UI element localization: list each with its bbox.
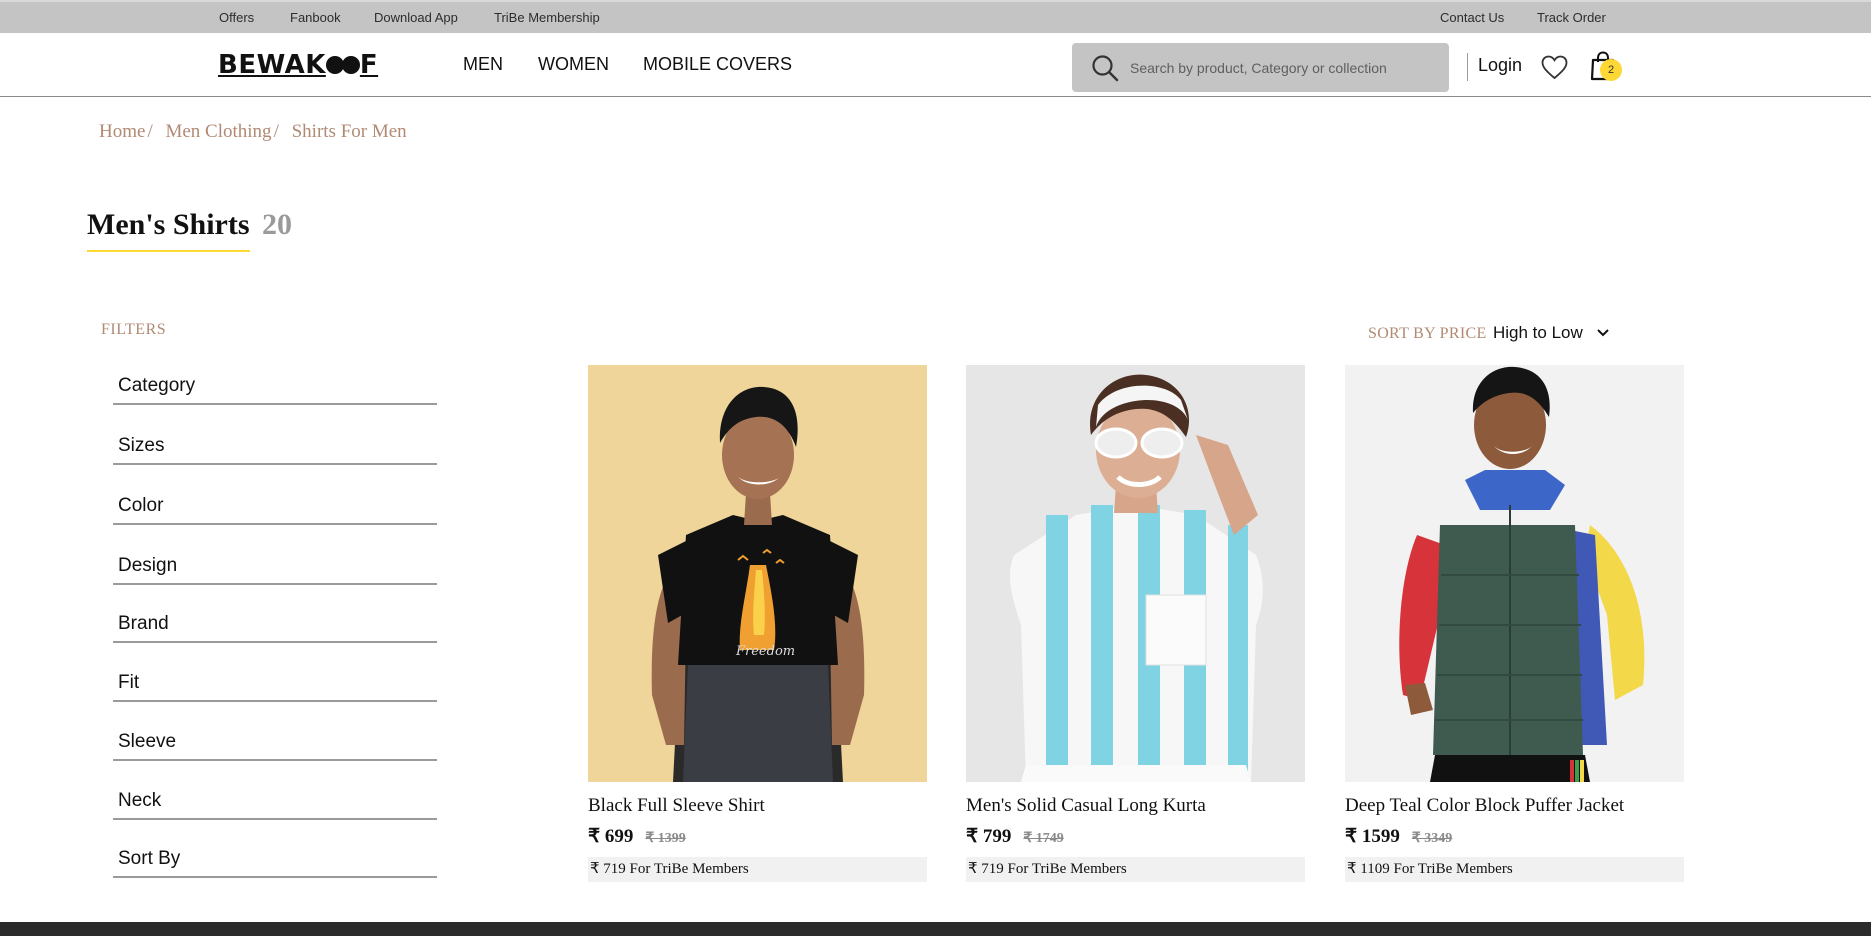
chevron-down-icon [1597, 329, 1609, 337]
breadcrumb-home[interactable]: Home [99, 121, 145, 142]
nav-women[interactable]: WOMEN [538, 54, 609, 75]
original-price: ₹ 1749 [1023, 831, 1064, 846]
sale-price: ₹ 799 [966, 826, 1012, 847]
filter-brand[interactable]: Brand [113, 596, 437, 643]
download-app-link[interactable]: Download App [374, 10, 458, 25]
price-row: ₹ 799 ₹ 1749 [966, 825, 1305, 848]
model-puffer-jacket-illustration [1345, 365, 1684, 782]
filter-label: Neck [118, 790, 162, 811]
sale-price: ₹ 1599 [1345, 826, 1400, 847]
tribe-price: ₹ 719 For TriBe Members [588, 857, 927, 882]
wishlist-heart-icon[interactable] [1541, 55, 1568, 80]
search-icon [1092, 54, 1119, 81]
product-count: 20 [262, 208, 292, 241]
filter-fit[interactable]: Fit [113, 655, 437, 702]
track-order-link[interactable]: Track Order [1537, 10, 1606, 25]
original-price: ₹ 1399 [645, 831, 686, 846]
page-title: Men's Shirts [87, 208, 250, 241]
sort-label: SORT BY PRICE [1368, 325, 1487, 342]
filter-category[interactable]: Category [113, 358, 437, 405]
breadcrumb-shirts-for-men[interactable]: Shirts For Men [292, 121, 407, 142]
breadcrumb-men-clothing[interactable]: Men Clothing [165, 121, 271, 142]
filters-heading: FILTERS [101, 321, 167, 338]
price-row: ₹ 1599 ₹ 3349 [1345, 825, 1684, 848]
logo-oo-mark [325, 56, 360, 74]
filter-sleeve[interactable]: Sleeve [113, 714, 437, 761]
offers-link[interactable]: Offers [219, 10, 254, 25]
contact-us-link[interactable]: Contact Us [1440, 10, 1504, 25]
nav-mobile-covers[interactable]: MOBILE COVERS [643, 54, 792, 75]
svg-text:Freedom: Freedom [735, 644, 795, 659]
filter-label: Category [118, 375, 196, 396]
filter-sort-by[interactable]: Sort By [113, 831, 437, 878]
top-strip: Offers Fanbook Download App TriBe Member… [0, 0, 1871, 33]
breadcrumb-separator: / [147, 121, 153, 142]
product-card[interactable]: Freedom Black Full Sleeve Shirt ₹ 699 ₹ … [588, 365, 927, 882]
logo-text-end: F [359, 50, 379, 80]
logo-text-start: BEWAK [218, 50, 326, 80]
filter-design[interactable]: Design [113, 538, 437, 585]
model-striped-tee-illustration [966, 365, 1305, 782]
breadcrumb: Home / Men Clothing / Shirts For Men [99, 121, 407, 143]
product-name[interactable]: Deep Teal Color Block Puffer Jacket [1345, 795, 1684, 817]
brand-logo[interactable]: BEWAK F [218, 47, 378, 83]
breadcrumb-separator: / [273, 121, 279, 142]
filter-label: Sort By [118, 848, 181, 869]
filter-label: Design [118, 555, 178, 576]
nav-men[interactable]: MEN [463, 54, 503, 75]
main-header: BEWAK F MEN WOMEN MOBILE COVERS Login 2 [0, 33, 1871, 97]
filter-label: Sleeve [118, 731, 177, 752]
product-name[interactable]: Men's Solid Casual Long Kurta [966, 795, 1305, 817]
model-black-tshirt-illustration: Freedom [588, 365, 927, 782]
filter-neck[interactable]: Neck [113, 773, 437, 820]
price-row: ₹ 699 ₹ 1399 [588, 825, 927, 848]
original-price: ₹ 3349 [1411, 831, 1453, 846]
product-image-puffer-jacket[interactable] [1345, 365, 1684, 782]
header-divider [1467, 53, 1468, 81]
sort-dropdown[interactable]: High to Low [1493, 323, 1609, 343]
filter-label: Brand [118, 613, 169, 634]
filter-label: Sizes [118, 435, 165, 456]
filter-label: Color [118, 495, 164, 516]
filter-label: Fit [118, 672, 140, 693]
product-image-black-tshirt[interactable]: Freedom [588, 365, 927, 782]
cart-count-badge: 2 [1600, 59, 1622, 81]
tribe-membership-link[interactable]: TriBe Membership [494, 10, 600, 25]
tribe-price: ₹ 1109 For TriBe Members [1345, 857, 1684, 882]
search-input[interactable] [1130, 59, 1430, 76]
product-card[interactable]: Deep Teal Color Block Puffer Jacket ₹ 15… [1345, 365, 1684, 882]
product-card[interactable]: Men's Solid Casual Long Kurta ₹ 799 ₹ 17… [966, 365, 1305, 882]
sort-value: High to Low [1493, 323, 1583, 342]
login-link[interactable]: Login [1478, 55, 1522, 76]
title-underline [87, 250, 250, 252]
footer-strip [0, 922, 1871, 936]
filter-color[interactable]: Color [113, 478, 437, 525]
search-box[interactable] [1072, 43, 1449, 92]
tribe-price: ₹ 719 For TriBe Members [966, 857, 1305, 882]
fanbook-link[interactable]: Fanbook [290, 10, 341, 25]
filter-sizes[interactable]: Sizes [113, 418, 437, 465]
sale-price: ₹ 699 [588, 826, 634, 847]
product-image-striped-tee[interactable] [966, 365, 1305, 782]
product-name[interactable]: Black Full Sleeve Shirt [588, 795, 927, 817]
